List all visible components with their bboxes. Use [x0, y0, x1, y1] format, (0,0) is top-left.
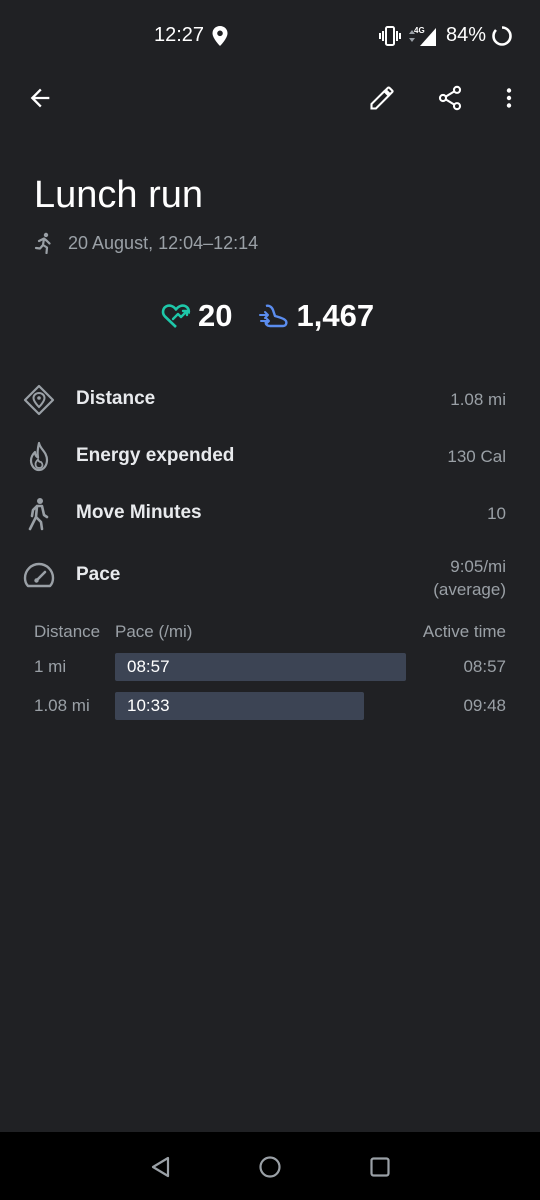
nav-recents-icon: [370, 1157, 390, 1177]
share-icon: [438, 85, 462, 111]
metric-distance: Distance 1.08 mi: [0, 379, 540, 419]
nav-back-icon: [151, 1156, 170, 1178]
pace-note: (average): [433, 580, 506, 599]
nav-home-button[interactable]: [257, 1154, 283, 1180]
battery-icon: [492, 26, 512, 46]
activity-subtitle: 20 August, 12:04–12:14: [34, 231, 258, 255]
nav-home-icon: [259, 1156, 281, 1178]
share-button[interactable]: [430, 78, 470, 118]
speedometer-icon: [23, 562, 55, 588]
activity-date-range: 20 August, 12:04–12:14: [68, 232, 259, 253]
status-time: 12:27: [154, 24, 205, 46]
back-arrow-icon: [30, 88, 50, 108]
split-pace: 10:33: [127, 696, 170, 715]
steps-value: 1,467: [296, 298, 375, 333]
metric-value: 130 Cal: [447, 447, 506, 466]
pace-value: 9:05/mi: [450, 557, 506, 576]
heart-points-value: 20: [198, 298, 233, 333]
split-pace-track: 08:57: [115, 653, 415, 681]
top-app-bar: [0, 72, 540, 124]
metric-label: Move Minutes: [76, 502, 202, 523]
nav-back-button[interactable]: [148, 1154, 174, 1180]
metric-pace: Pace 9:05/mi (average): [0, 555, 540, 601]
split-row: 1.08 mi 10:33 09:48: [0, 692, 540, 720]
flame-icon: [29, 441, 49, 472]
status-bar: 12:27 4G 84%: [0, 0, 540, 72]
goals-summary: 20 1,467: [160, 294, 374, 338]
metric-value: 9:05/mi (average): [433, 555, 506, 601]
splits-header-pace: Pace (/mi): [115, 622, 193, 641]
split-distance: 1 mi: [34, 657, 67, 676]
nav-recents-button[interactable]: [367, 1154, 393, 1180]
edit-button[interactable]: [362, 78, 402, 118]
more-options-button[interactable]: [489, 78, 529, 118]
split-distance: 1.08 mi: [34, 696, 90, 715]
steps-icon: [259, 304, 289, 328]
activity-detail-screen: 12:27 4G 84% Lunch run 20 August, 12:04–…: [0, 0, 540, 1200]
metric-label: Energy expended: [76, 445, 235, 466]
location-icon: [212, 26, 228, 46]
split-pace-bar: 10:33: [115, 692, 364, 720]
battery-percent: 84%: [446, 24, 487, 46]
back-button[interactable]: [20, 78, 60, 118]
signal-label: 4G: [414, 26, 425, 35]
split-pace-bar: 08:57: [115, 653, 406, 681]
metric-move-minutes: Move Minutes 10: [0, 493, 540, 533]
pencil-icon: [370, 86, 394, 110]
metric-label: Pace: [76, 564, 121, 585]
split-pace-track: 10:33: [115, 692, 415, 720]
system-nav-bar: [0, 1132, 540, 1200]
distance-icon: [23, 384, 55, 416]
more-vert-icon: [506, 88, 512, 108]
split-pace: 08:57: [127, 657, 170, 676]
metric-value: 1.08 mi: [450, 390, 506, 409]
vibrate-icon: [379, 26, 401, 46]
split-active-time: 08:57: [463, 657, 506, 676]
running-icon: [34, 232, 51, 254]
split-row: 1 mi 08:57 08:57: [0, 653, 540, 681]
metric-energy: Energy expended 130 Cal: [0, 436, 540, 476]
splits-header-distance: Distance: [34, 622, 101, 641]
activity-title: Lunch run: [34, 174, 204, 216]
signal-icon: 4G: [409, 26, 436, 46]
metric-label: Distance: [76, 388, 156, 409]
split-active-time: 09:48: [463, 696, 506, 715]
walking-icon: [28, 498, 49, 531]
metric-value: 10: [487, 504, 506, 523]
heart-points-icon: [161, 304, 191, 328]
splits-header: Distance Pace (/mi) Active time: [0, 622, 540, 644]
splits-header-active-time: Active time: [422, 622, 506, 641]
